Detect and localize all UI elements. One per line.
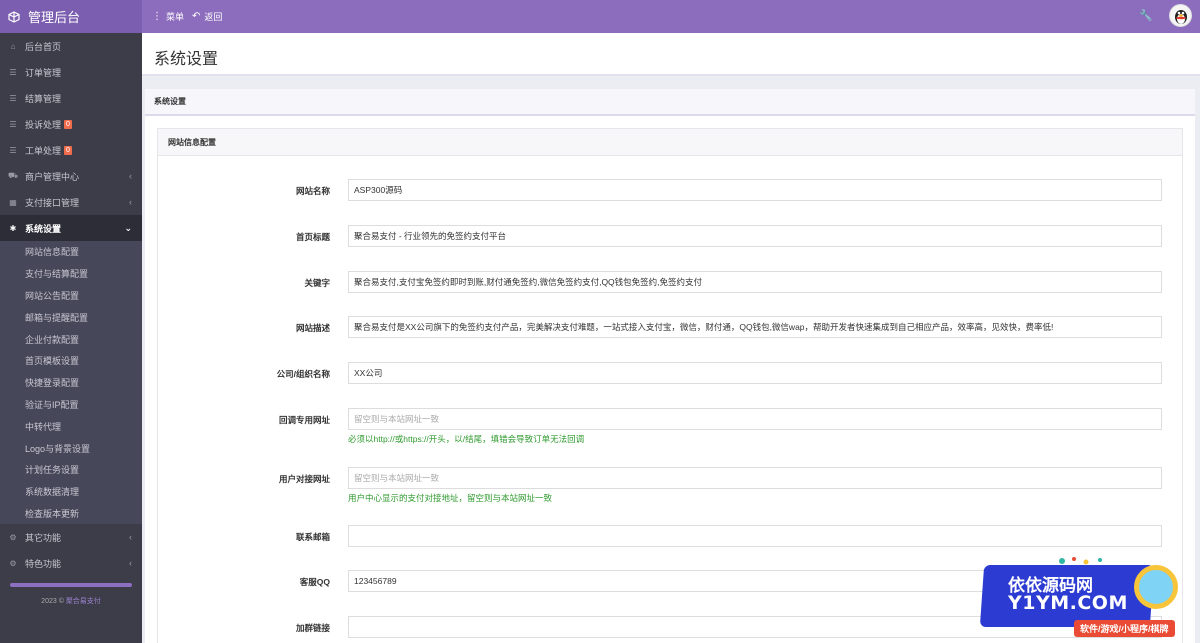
field-label: 客服QQ — [299, 577, 330, 587]
field-label: 加群链接 — [295, 623, 330, 633]
menu-label: 菜单 — [166, 12, 185, 22]
count-badge: 0 — [64, 119, 72, 129]
submenu-item[interactable]: 邮箱与提醒配置 — [0, 306, 142, 328]
help-text: 必须以http://或https://开头，以/结尾，填错会导致订单无法回调 — [348, 434, 585, 444]
submenu-item[interactable]: 中转代理 — [0, 415, 142, 437]
sidebar-item-system-settings[interactable]: ✱ 系统设置 ⌄ — [0, 215, 142, 241]
description-input[interactable]: 聚合易支付是XX公司旗下的免签约支付产品，完美解决支付难题，一站式接入支付宝，微… — [348, 316, 1162, 338]
copyright-year: 2023 © — [41, 598, 64, 605]
sidebar-item-orders[interactable]: ☰ 订单管理 — [0, 59, 142, 85]
chevron-down-icon: ⌄ — [124, 222, 132, 233]
settings-submenu: 网站信息配置 支付与结算配置 网站公告配置 邮箱与提醒配置 企业付款配置 首页模… — [0, 241, 142, 525]
submenu-item[interactable]: 验证与IP配置 — [0, 394, 142, 416]
penguin-icon — [1174, 9, 1187, 24]
submenu-item[interactable]: 企业付款配置 — [0, 328, 142, 350]
submenu-item[interactable]: 支付与结算配置 — [0, 263, 142, 285]
section-title: 网站信息配置 — [158, 129, 1182, 156]
sidebar-item-label: 商户管理中心 — [25, 171, 80, 182]
menu-icon: ⋮ — [152, 11, 162, 22]
site-name-input[interactable]: ASP300源码 — [348, 179, 1162, 201]
chevron-left-icon: ‹ — [129, 197, 132, 207]
field-label: 网站描述 — [295, 323, 330, 333]
email-input[interactable] — [348, 525, 1162, 547]
list-icon: ☰ — [9, 145, 17, 155]
sidebar-footer: 2023 © 聚合易支付 — [0, 583, 142, 606]
avatar[interactable] — [1169, 4, 1192, 27]
sidebar-item-home[interactable]: ⌂ 后台首页 — [0, 33, 142, 59]
sidebar-item-label: 其它功能 — [25, 532, 62, 543]
sidebar-item-merchants[interactable]: ⛟ 商户管理中心 ‹ — [0, 163, 142, 189]
sidebar-item-label: 后台首页 — [25, 41, 62, 52]
panel-title: 系统设置 — [145, 89, 1195, 116]
callback-url-input[interactable]: 留空则与本站网址一致 — [348, 408, 1162, 430]
back-button[interactable]: ↶ 返回 — [192, 10, 222, 23]
submenu-item[interactable]: 网站公告配置 — [0, 285, 142, 307]
chevron-left-icon: ‹ — [129, 171, 132, 181]
gear-icon: ✱ — [9, 223, 17, 233]
field-label: 网站名称 — [295, 186, 330, 196]
help-text: 用户中心显示的支付对接地址，留空则与本站网址一致 — [348, 493, 553, 503]
sidebar-item-features[interactable]: ⚙ 特色功能 ‹ — [0, 550, 142, 576]
sidebar-item-label: 工单处理 — [25, 145, 62, 156]
field-label: 用户对接网址 — [278, 474, 330, 484]
list-icon: ☰ — [9, 119, 17, 129]
keywords-input[interactable]: 聚合易支付,支付宝免签约即时到账,财付通免签约,微信免签约支付,QQ钱包免签约,… — [348, 271, 1162, 293]
brand[interactable]: 管理后台 — [0, 0, 142, 33]
sidebar: ⌂ 后台首页 ☰ 订单管理 ☰ 结算管理 ☰ 投诉处理 0 ☰ 工单处理 0 ⛟… — [0, 33, 142, 643]
wrench-icon[interactable]: 🔧 — [1139, 9, 1153, 22]
home-title-input[interactable]: 聚合易支付 - 行业领先的免签约支付平台 — [348, 225, 1162, 247]
back-icon: ↶ — [192, 11, 201, 22]
menu-button[interactable]: ⋮ 菜单 — [152, 10, 184, 23]
field-label: 关键字 — [304, 278, 330, 288]
brand-title: 管理后台 — [28, 10, 81, 25]
list-icon: ☰ — [9, 67, 17, 77]
cogs-icon: ⚙ — [9, 532, 17, 542]
page-header: 系统设置 — [142, 33, 1200, 76]
sidebar-item-label: 结算管理 — [25, 93, 62, 104]
field-label: 公司/组织名称 — [276, 369, 330, 379]
back-label: 返回 — [204, 12, 223, 22]
cart-icon: ⛟ — [8, 171, 19, 180]
copyright: 2023 © 聚合易支付 — [0, 596, 142, 606]
user-api-url-input[interactable]: 留空则与本站网址一致 — [348, 467, 1162, 489]
cube-icon — [8, 10, 20, 23]
submenu-item[interactable]: 系统数据清理 — [0, 481, 142, 503]
sidebar-item-tickets[interactable]: ☰ 工单处理 0 — [0, 137, 142, 163]
watermark-tag: 软件/游戏/小程序/棋牌 — [1074, 620, 1175, 637]
magnifier-icon — [1134, 565, 1178, 609]
sidebar-item-label: 系统设置 — [25, 223, 62, 234]
sidebar-item-label: 订单管理 — [25, 67, 62, 78]
sidebar-item-label: 特色功能 — [25, 558, 62, 569]
sidebar-item-label: 支付接口管理 — [25, 197, 80, 208]
watermark-line2: Y1YM.COM — [1008, 592, 1128, 614]
chevron-left-icon: ‹ — [129, 532, 132, 543]
field-label: 首页标题 — [295, 232, 330, 242]
cogs-icon: ⚙ — [9, 558, 17, 568]
count-badge: 0 — [64, 145, 72, 155]
sidebar-item-settlement[interactable]: ☰ 结算管理 — [0, 85, 142, 111]
top-bar: 管理后台 ⋮ 菜单 ↶ 返回 🔧 — [0, 0, 1200, 33]
submenu-item[interactable]: 检查版本更新 — [0, 503, 142, 525]
sidebar-item-label: 投诉处理 — [25, 119, 62, 130]
company-input[interactable]: XX公司 — [348, 362, 1162, 384]
list-icon: ☰ — [9, 93, 17, 103]
sidebar-item-complaints[interactable]: ☰ 投诉处理 0 — [0, 111, 142, 137]
submenu-item[interactable]: 计划任务设置 — [0, 459, 142, 481]
field-label: 回调专用网址 — [278, 415, 330, 425]
grid-icon: ▦ — [9, 197, 17, 207]
submenu-item[interactable]: 网站信息配置 — [0, 241, 142, 263]
sidebar-item-other[interactable]: ⚙ 其它功能 ‹ — [0, 524, 142, 550]
copyright-link[interactable]: 聚合易支付 — [66, 598, 101, 605]
sidebar-item-payment-api[interactable]: ▦ 支付接口管理 ‹ — [0, 189, 142, 215]
page-title: 系统设置 — [154, 51, 219, 68]
submenu-item[interactable]: 快捷登录配置 — [0, 372, 142, 394]
submenu-item[interactable]: Logo与背景设置 — [0, 437, 142, 459]
submenu-item[interactable]: 首页模板设置 — [0, 350, 142, 372]
footer-bar — [10, 583, 132, 587]
chevron-left-icon: ‹ — [129, 558, 132, 569]
home-icon: ⌂ — [10, 41, 16, 51]
watermark-logo: 依依源码网 Y1YM.COM 软件/游戏/小程序/棋牌 — [978, 555, 1200, 643]
field-label: 联系邮箱 — [295, 532, 330, 542]
